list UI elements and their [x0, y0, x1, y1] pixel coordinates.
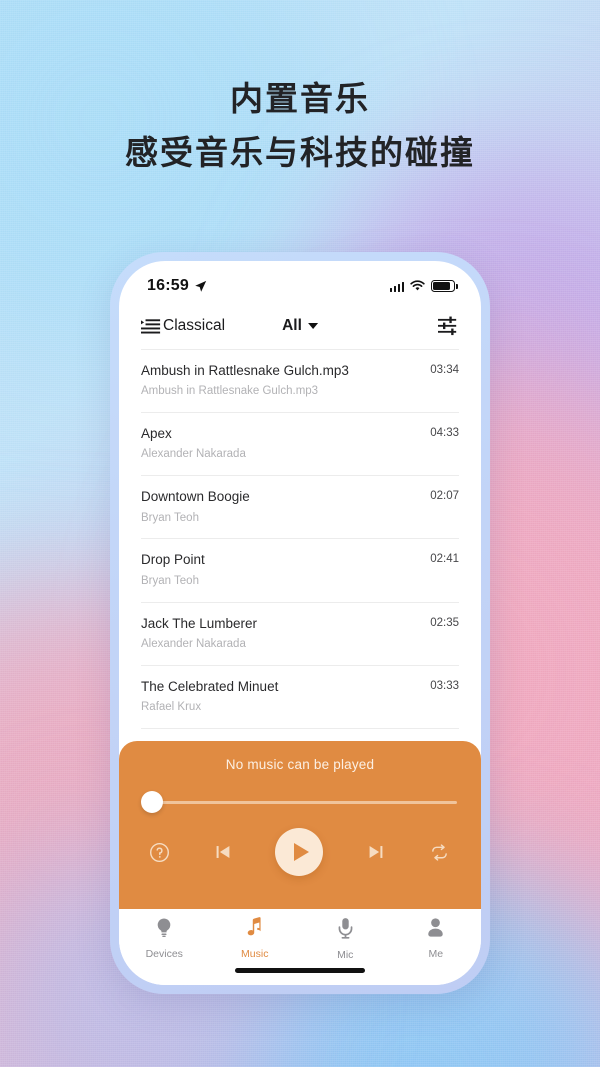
- song-title: Ambush in Rattlesnake Gulch.mp3: [141, 363, 349, 378]
- music-player-panel: No music can be played: [119, 741, 481, 909]
- status-bar-time: 16:59: [147, 277, 189, 294]
- song-artist: Rafael Krux: [141, 701, 202, 713]
- tab-label: Devices: [145, 948, 183, 960]
- song-row[interactable]: Trip Up NorthBryan Teoh02:30: [141, 729, 459, 741]
- lightbulb-icon: [154, 917, 174, 943]
- song-title: Apex: [141, 426, 172, 442]
- tab-me[interactable]: Me: [391, 917, 482, 960]
- song-artist: Alexander Nakarada: [141, 637, 246, 650]
- settings-button[interactable]: [437, 316, 459, 336]
- song-duration: 03:33: [430, 679, 459, 692]
- song-list[interactable]: Ambush in Rattlesnake Gulch.mp3 Ambush in…: [119, 349, 481, 741]
- song-artist: Bryan Teoh: [141, 574, 199, 587]
- battery-full-icon: [431, 280, 458, 292]
- status-bar-left: 16:59: [147, 277, 207, 295]
- tab-music[interactable]: Music: [210, 917, 301, 960]
- song-row[interactable]: The Celebrated Minuet Rafael Krux 03:33: [141, 666, 459, 729]
- play-icon: [293, 843, 309, 861]
- song-meta: Drop Point Bryan Teoh: [141, 551, 205, 588]
- status-bar-right: [389, 280, 458, 292]
- repeat-icon[interactable]: [428, 843, 451, 862]
- song-row[interactable]: Apex Alexander Nakarada 04:33: [141, 413, 459, 477]
- song-artist: Ambush in Rattlesnake Gulch.mp3: [141, 385, 319, 398]
- song-row[interactable]: Ambush in Rattlesnake Gulch.mp3 Ambush in…: [141, 349, 459, 414]
- tab-label: Mic: [337, 949, 354, 961]
- chevron-down-icon: [307, 323, 318, 329]
- help-circle-icon[interactable]: [149, 842, 170, 863]
- playlist-name: Classical: [163, 317, 226, 334]
- playlist-selector[interactable]: Classical: [141, 317, 225, 335]
- play-button[interactable]: [275, 828, 323, 876]
- song-meta: Jack The Lumberer Alexander Nakarada: [141, 615, 257, 652]
- song-artist: Bryan Teoh: [141, 511, 199, 524]
- skip-next-icon[interactable]: [365, 841, 387, 863]
- tab-label: Me: [428, 948, 444, 960]
- phone-mockup: 16:59 Classical All Ambush in Rattlesnak…: [110, 252, 490, 994]
- skip-previous-icon[interactable]: [212, 841, 234, 863]
- app-nav-bar: Classical All: [119, 303, 481, 349]
- song-duration: 02:07: [430, 490, 459, 503]
- song-meta: Downtown Boogie Bryan Teoh: [141, 488, 250, 525]
- person-icon: [426, 917, 445, 943]
- equalizer-sliders-icon: [438, 316, 457, 336]
- status-bar: 16:59: [119, 261, 481, 303]
- song-title: The Celebrated Minuet: [141, 678, 279, 694]
- seek-track: [149, 800, 457, 804]
- tab-devices[interactable]: Devices: [119, 917, 210, 960]
- song-meta: Apex Alexander Nakarada: [141, 425, 246, 462]
- player-status-text: No music can be played: [225, 757, 375, 772]
- promo-headline: 内置音乐 感受音乐与科技的碰撞: [0, 76, 600, 175]
- song-artist: Alexander Nakarada: [141, 448, 246, 461]
- location-arrow-icon: [195, 280, 207, 292]
- song-meta: Ambush in Rattlesnake Gulch.mp3 Ambush in…: [141, 362, 349, 399]
- seek-slider[interactable]: [141, 788, 459, 816]
- headline-line-1: 内置音乐: [230, 80, 370, 117]
- song-row[interactable]: Downtown Boogie Bryan Teoh 02:07: [141, 476, 459, 540]
- song-row[interactable]: Jack The Lumberer Alexander Nakarada 02:35: [141, 603, 459, 666]
- song-title: Jack The Lumberer: [141, 615, 258, 631]
- cellular-signal-icon: [389, 281, 404, 292]
- song-duration: 04:33: [430, 427, 459, 440]
- filter-dropdown-label: All: [282, 317, 302, 334]
- playlist-icon: [141, 318, 161, 333]
- headline-line-2: 感受音乐与科技的碰撞: [125, 133, 475, 171]
- song-meta: The Celebrated Minuet Rafael Krux: [141, 678, 278, 715]
- song-duration: 03:34: [430, 364, 459, 376]
- song-row[interactable]: Drop Point Bryan Teoh 02:41: [141, 539, 459, 603]
- bottom-tab-bar[interactable]: Devices Music Mic Me: [119, 909, 481, 985]
- home-indicator: [235, 968, 365, 973]
- player-controls: [141, 828, 459, 876]
- tab-mic[interactable]: Mic: [300, 917, 391, 961]
- microphone-icon: [337, 917, 354, 944]
- song-duration: 02:35: [430, 616, 459, 629]
- phone-screen: 16:59 Classical All Ambush in Rattlesnak…: [119, 261, 481, 985]
- music-note-icon: [245, 917, 264, 943]
- tab-label: Music: [241, 948, 269, 960]
- filter-dropdown[interactable]: All: [282, 317, 318, 335]
- song-duration: 02:41: [430, 553, 459, 566]
- wifi-icon: [410, 280, 425, 291]
- seek-knob[interactable]: [141, 791, 163, 813]
- song-title: Drop Point: [141, 552, 205, 568]
- song-title: Downtown Boogie: [141, 489, 250, 505]
